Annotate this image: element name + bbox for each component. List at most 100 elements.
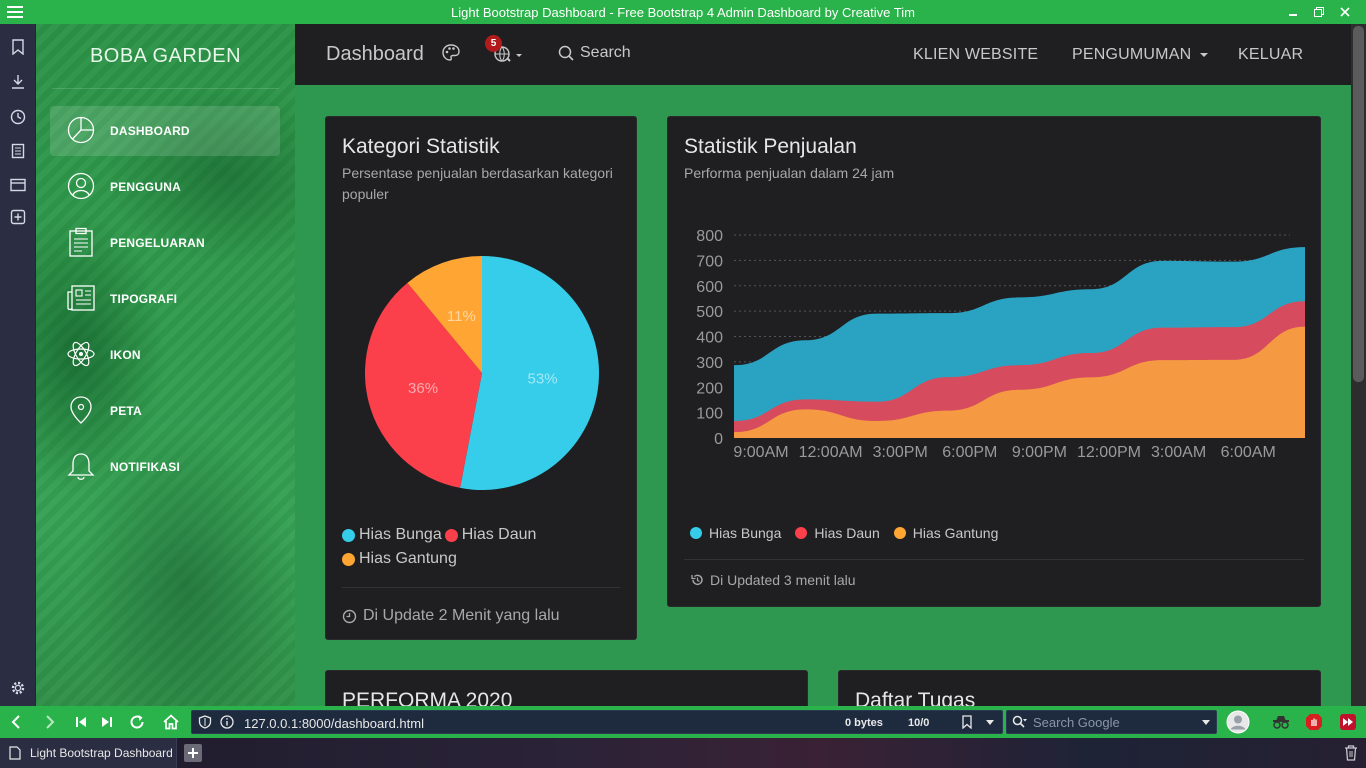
download-icon[interactable] [8,72,28,92]
daftar-tugas-card: Daftar Tugas [838,670,1321,706]
minimize-button[interactable] [1280,3,1306,21]
sidebar-item-tipografi[interactable]: TIPOGRAFI [50,274,280,324]
search-icon [558,45,574,61]
palette-icon[interactable] [441,43,461,63]
address-bar[interactable]: 127.0.0.1:8000/dashboard.html 0 bytes 10… [191,710,1003,734]
settings-gear-icon[interactable] [8,678,28,698]
area-legend: Hias Bunga Hias Daun Hias Gantung [690,525,1012,541]
home-icon[interactable] [161,712,181,732]
dashboard-sidebar: BOBA GARDEN DASHBOARD PENGGUNA PENGELUAR… [36,24,295,706]
notes-icon[interactable] [8,141,28,161]
adblock-extension-icon[interactable] [1304,712,1324,732]
page-scrollbar[interactable] [1351,24,1366,706]
tab-label: Light Bootstrap Dashboard [30,746,173,760]
sidebar-item-ikon[interactable]: IKON [50,330,280,380]
card-footer: Di Updated 3 menit lalu [690,572,856,588]
forward-icon[interactable] [40,712,60,732]
pie-slice-label: 36% [408,380,438,397]
legend-item: Hias Gantung [893,525,999,541]
x-tick-label: 9:00AM [733,444,788,461]
history-icon [691,574,703,586]
legend-label: Hias Gantung [912,525,999,541]
search-google-input[interactable] [1033,714,1193,731]
footer-text: Di Update 2 Menit yang lalu [363,607,560,624]
keluar-link[interactable]: KELUAR [1238,46,1303,64]
y-tick-label: 300 [696,355,723,372]
page-icon [9,746,21,760]
sidebar-item-pengeluaran[interactable]: PENGELUARAN [50,218,280,268]
top-navbar: Dashboard 5 Search KLIEN WEBSITE PENGUMU… [295,24,1351,85]
rewind-icon[interactable] [71,712,91,732]
klien-website-link[interactable]: KLIEN WEBSITE [913,46,1038,64]
legend-label: Hias Bunga [359,526,442,543]
y-tick-label: 700 [696,253,723,270]
legend-label: Hias Daun [814,525,880,541]
legend-dot [342,552,355,566]
x-tick-label: 12:00AM [799,444,863,461]
add-panel-icon[interactable] [8,207,28,227]
legend-dot [690,527,702,539]
page-bytes: 0 bytes [845,717,883,729]
card-title: PERFORMA 2020 [342,689,513,706]
x-tick-label: 3:00AM [1151,444,1206,461]
penjualan-area-chart: 0 100 200 300 400 500 600 700 800 9:00AM 12:00AM 3:… [696,228,1305,461]
y-tick-label: 600 [696,279,723,296]
sidebar-item-label: TIPOGRAFI [110,292,178,306]
trash-icon[interactable] [1343,744,1359,762]
new-tab-button[interactable] [184,744,202,762]
sidebar-item-dashboard[interactable]: DASHBOARD [50,106,280,156]
map-pin-icon [66,395,96,425]
sidebar-item-notifikasi[interactable]: NOTIFIKASI [50,442,280,492]
x-tick-label: 6:00AM [1221,444,1276,461]
main-content: Kategori Statistik Persentase penjualan … [295,85,1351,706]
chevron-down-icon[interactable] [985,719,995,727]
legend-item: Hias Daun [444,523,536,547]
sidebar-item-pengguna[interactable]: PENGGUNA [50,162,280,212]
brand-logo-text[interactable]: BOBA GARDEN [36,24,295,88]
url-text[interactable]: 127.0.0.1:8000/dashboard.html [244,716,424,731]
back-icon[interactable] [6,712,26,732]
incognito-extension-icon[interactable] [1271,712,1291,732]
card-title: Kategori Statistik [342,135,500,158]
y-tick-label: 200 [696,380,723,397]
search-button[interactable]: Search [558,44,631,62]
sidebar-item-peta[interactable]: PETA [50,386,280,436]
footer-text: Di Updated 3 menit lalu [710,572,856,588]
bookmark-page-icon[interactable] [961,715,973,729]
reload-icon[interactable] [127,712,147,732]
y-tick-label: 0 [714,431,723,448]
shield-icon[interactable] [198,715,212,729]
performa-card: PERFORMA 2020 [325,670,808,706]
statistik-penjualan-card: Statistik Penjualan Performa penjualan d… [667,116,1321,607]
legend-item: Hias Gantung [342,547,457,571]
page-title[interactable]: Dashboard [326,43,424,66]
kategori-pie-chart: 53% 36% 11% [364,256,599,490]
fast-forward-icon[interactable] [97,712,117,732]
window-title: Light Bootstrap Dashboard - Free Bootstr… [451,5,915,20]
scrollbar-thumb[interactable] [1353,26,1364,382]
user-circle-icon [66,171,96,201]
sidebar-item-label: DASHBOARD [110,124,190,138]
info-icon[interactable] [220,715,234,729]
chevron-down-icon[interactable] [1201,719,1211,727]
sidebar-item-label: IKON [110,348,141,362]
close-button[interactable] [1332,3,1358,21]
sidebar-item-label: PETA [110,404,142,418]
history-icon[interactable] [8,107,28,127]
atom-icon [66,339,96,369]
media-extension-icon[interactable] [1338,712,1358,732]
browser-tab-active[interactable]: Light Bootstrap Dashboard [0,738,177,768]
bookmark-icon[interactable] [8,37,28,57]
search-engine-box[interactable] [1006,710,1217,734]
legend-dot [444,528,458,542]
legend-item: Hias Daun [795,525,880,541]
card-subtitle: Performa penjualan dalam 24 jam [684,165,895,181]
pie-slice-label: 53% [528,371,558,388]
restore-button[interactable] [1306,3,1332,21]
profile-avatar-icon[interactable] [1226,710,1250,734]
pie-slice-label: 11% [447,308,476,325]
pengumuman-dropdown[interactable]: PENGUMUMAN [1072,46,1209,64]
clipboard-icon [66,227,96,257]
window-panel-icon[interactable] [8,175,28,195]
page-counter: 10/0 [908,717,930,729]
